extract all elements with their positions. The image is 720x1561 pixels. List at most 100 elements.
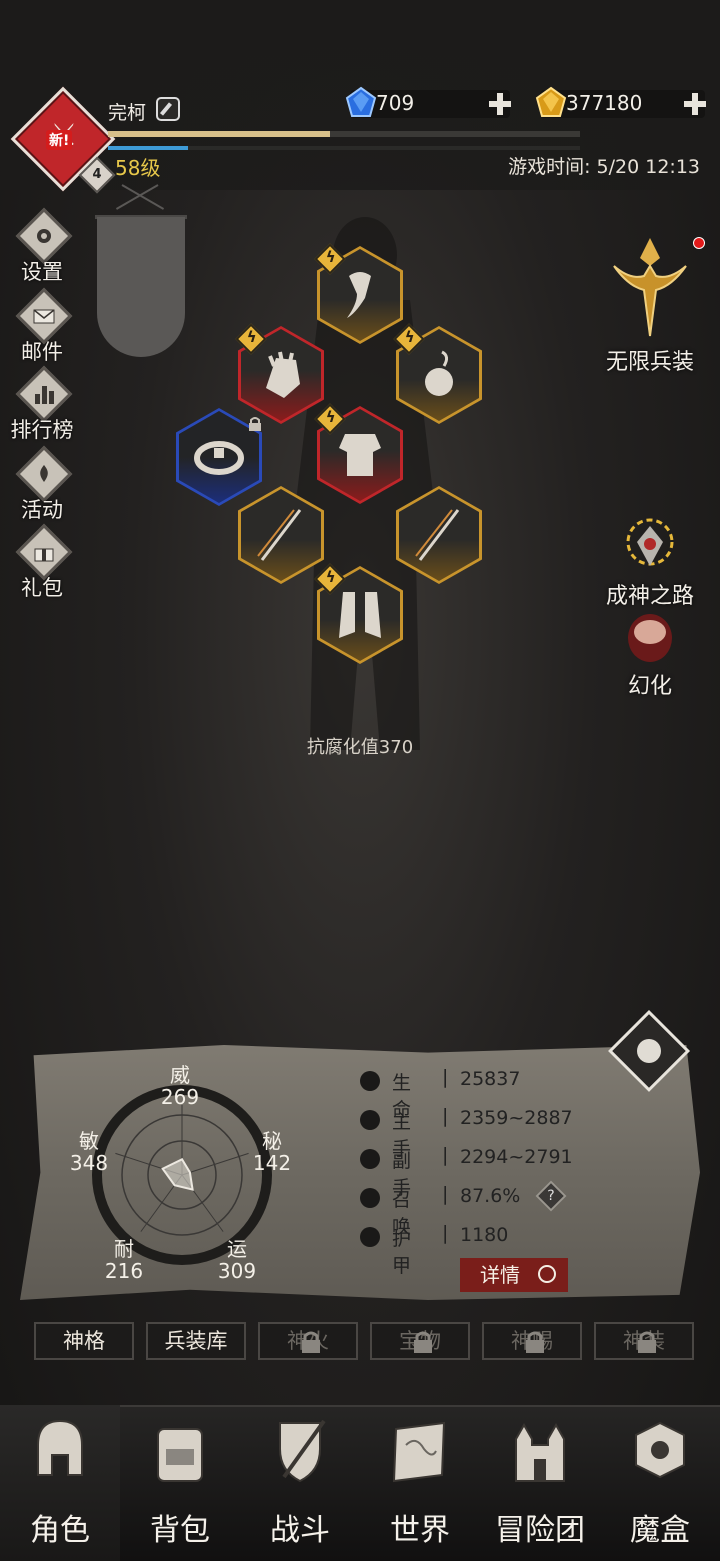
nav-label: 魔盒 [630,1513,690,1548]
flame-glyph-icon [40,465,48,482]
amulet-icon [425,350,453,396]
magic-cube-icon [635,1421,685,1479]
lock-icon [526,1331,544,1353]
stat-separator: | [442,1144,449,1166]
attr-mi: 秘 142 [240,1128,304,1176]
envelope-glyph-icon [33,309,55,324]
gold-gem-icon [535,86,567,117]
nav-label: 战斗 [270,1513,330,1548]
blue-gem-icon [345,86,377,117]
tab-armory[interactable]: 兵装库 [146,1322,246,1360]
secondary-progress-fill [108,146,189,150]
attr-wei: 威 269 [148,1062,212,1110]
attr-value: 269 [160,1085,200,1109]
menu-mail[interactable]: 邮件 [8,287,76,370]
infinite-arms-label: 无限兵装 [605,350,694,375]
attr-value: 309 [217,1259,257,1283]
gold-amount: 377180 [566,91,643,115]
attr-name: 敏 [79,1129,99,1153]
banner-cloth [97,217,185,357]
attr-nai: 耐 216 [92,1236,156,1284]
infinite-arms-button[interactable]: 无限兵装 [595,236,705,376]
armor-icon [360,1227,380,1247]
tab-divinity[interactable]: 神格 [34,1322,134,1360]
radar-polygon [161,1158,194,1191]
battle-shield-icon [279,1419,326,1483]
edit-name-icon[interactable] [156,97,180,121]
attr-name: 运 [227,1237,247,1261]
heart-icon [360,1071,380,1091]
godhood-path-icon [626,518,674,566]
tab-treasure[interactable]: 宝物 [370,1322,470,1360]
new-badge: 新! [46,130,73,150]
menu-ranking[interactable]: 排行榜 [8,365,76,448]
notification-dot [693,237,705,249]
dual-blades-icon [415,509,460,561]
gold-currency: 377180 [535,86,707,118]
attr-yun: 运 309 [205,1236,269,1284]
nav-label: 冒险团 [495,1513,585,1548]
menu-gift[interactable]: 礼包 [8,523,76,606]
tab-divine-gear[interactable]: 神装 [594,1322,694,1360]
tab-divine-gift[interactable]: 神赐 [482,1322,582,1360]
gem-amount: 709 [376,91,415,115]
menu-events[interactable]: 活动 [8,445,76,528]
world-map-icon [392,1421,446,1483]
lock-icon [249,417,261,431]
dual-blades-icon [257,509,302,561]
gear-glyph-icon [37,229,51,243]
attr-value: 348 [69,1151,109,1175]
chest-armor-icon [339,434,381,476]
main-hand-icon [360,1110,380,1130]
summon-icon [360,1188,380,1208]
gauntlet-icon [266,351,300,398]
nav-backpack[interactable]: 背包 [120,1405,240,1561]
add-gems-button[interactable] [488,92,512,116]
menu-ranking-label: 排行榜 [10,418,74,442]
transmog-icon [628,614,672,662]
player-level: 58级 [115,156,161,180]
gem-currency: 709 [345,86,512,118]
attr-min: 敏 348 [57,1128,121,1176]
nav-label: 背包 [150,1513,210,1548]
nav-character[interactable]: 角色 [0,1405,120,1561]
stat-separator: | [442,1066,449,1088]
bandage-icon [347,272,371,318]
tab-label: 兵装库 [164,1329,228,1353]
guild-banner[interactable] [95,184,187,360]
add-gold-button[interactable] [683,92,707,116]
menu-events-label: 活动 [21,498,63,522]
godhood-path-button[interactable]: 成神之路 [595,516,705,610]
transmog-button[interactable]: 幻化 [595,612,705,700]
nav-adventure-team[interactable]: 冒险团 [480,1405,600,1561]
stat-value: 25837 [460,1068,521,1090]
menu-settings-label: 设置 [21,260,63,284]
stat-separator: | [442,1183,449,1205]
nav-world[interactable]: 世界 [360,1405,480,1561]
player-avatar[interactable]: ⚔ 新! 4 [10,86,116,194]
nav-magic-box[interactable]: 魔盒 [600,1405,720,1561]
tab-divine-fire[interactable]: 神火 [258,1322,358,1360]
tab-label: 神格 [63,1329,105,1353]
castle-icon [515,1422,565,1482]
lock-icon [638,1331,656,1353]
nav-battle[interactable]: 战斗 [240,1405,360,1561]
details-button[interactable]: 详情 [460,1258,568,1292]
stat-value: 2359~2887 [460,1107,573,1129]
experience-fill [108,131,330,137]
secondary-progress-bar [108,146,580,150]
game-time: 游戏时间: 5/20 12:13 [508,156,700,178]
player-name: 完柯 [108,102,147,124]
attr-value: 216 [104,1259,144,1283]
bars-glyph-icon [35,386,54,404]
attr-value: 142 [252,1151,292,1175]
experience-bar [108,131,580,137]
lock-icon [302,1331,320,1353]
godhood-path-label: 成神之路 [605,584,694,609]
corruption-resistance: 抗腐化值370 [306,737,414,758]
stat-value: 87.6% [460,1185,521,1207]
nav-label: 角色 [30,1513,90,1548]
stat-separator: | [442,1105,449,1127]
menu-settings[interactable]: 设置 [8,207,76,290]
nav-label: 世界 [390,1513,450,1548]
